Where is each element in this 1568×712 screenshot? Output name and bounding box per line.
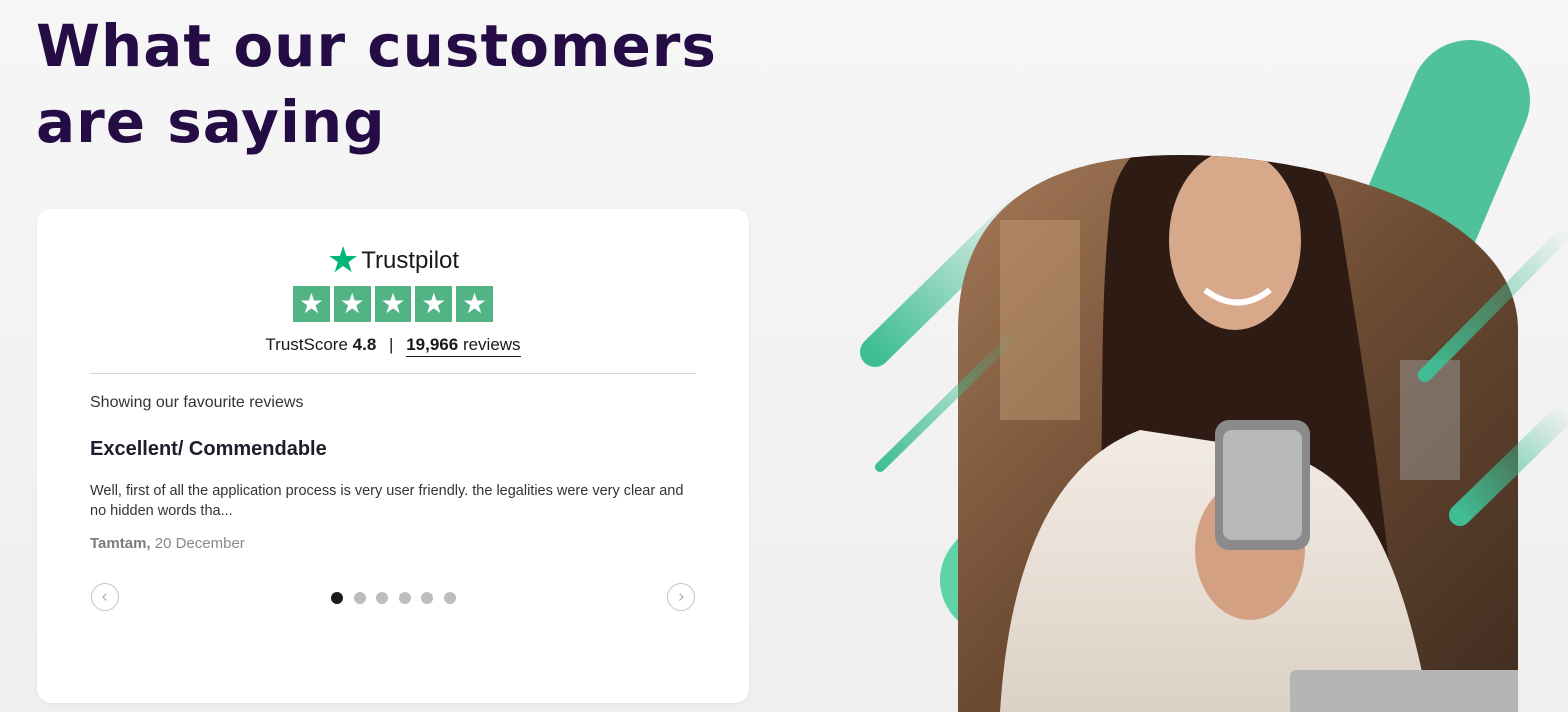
page-title-line-2: are saying — [36, 88, 386, 156]
review-body: Well, first of all the application proce… — [90, 483, 684, 519]
review-date: 20 December — [154, 535, 245, 552]
trustscore-label: TrustScore — [265, 335, 348, 354]
review-card: ★Trustpilot ★ ★ ★ ★ ★ TrustScore 4.8 | 1… — [37, 209, 749, 703]
chevron-right-icon — [679, 593, 684, 601]
review-author: Tamtam, — [90, 535, 151, 552]
pagination-dot[interactable] — [331, 592, 343, 604]
review-meta: Tamtam, 20 December — [90, 535, 245, 552]
star-rating: ★ ★ ★ ★ ★ — [293, 286, 493, 322]
page-title-line-1: What our customers — [36, 12, 717, 80]
review-pagination — [331, 592, 456, 604]
reviews-label: reviews — [462, 335, 521, 354]
review-title: Excellent/ Commendable — [90, 438, 327, 460]
rating-star-icon: ★ — [415, 286, 453, 322]
pagination-dot[interactable] — [443, 592, 456, 604]
chevron-left-icon — [102, 593, 107, 601]
next-review-button[interactable] — [667, 583, 695, 611]
trustpilot-brand-name: Trustpilot — [361, 247, 460, 274]
trustscore-line: TrustScore 4.8 | 19,966 reviews — [37, 335, 749, 357]
reviews-count: 19,966 — [406, 335, 459, 354]
trustpilot-logo[interactable]: ★Trustpilot — [37, 239, 749, 281]
rating-star-icon: ★ — [333, 286, 371, 322]
showing-reviews-text: Showing our favourite reviews — [90, 394, 304, 411]
rating-star-icon: ★ — [456, 286, 493, 322]
page-title: What our customers are saying — [36, 8, 717, 160]
trustpilot-star-icon: ★ — [326, 239, 360, 280]
rating-star-icon: ★ — [374, 286, 412, 322]
pagination-dot[interactable] — [376, 592, 388, 604]
pagination-dot[interactable] — [421, 592, 433, 604]
pagination-dot[interactable] — [398, 592, 411, 604]
rating-star-icon: ★ — [293, 286, 330, 322]
reviews-count-link[interactable]: 19,966 reviews — [406, 335, 521, 357]
pagination-dot[interactable] — [353, 592, 366, 604]
divider — [90, 373, 696, 374]
prev-review-button[interactable] — [91, 583, 119, 611]
hero-illustration — [860, 40, 1568, 712]
trustscore-separator: | — [389, 335, 394, 354]
trustscore-value: 4.8 — [352, 335, 377, 354]
